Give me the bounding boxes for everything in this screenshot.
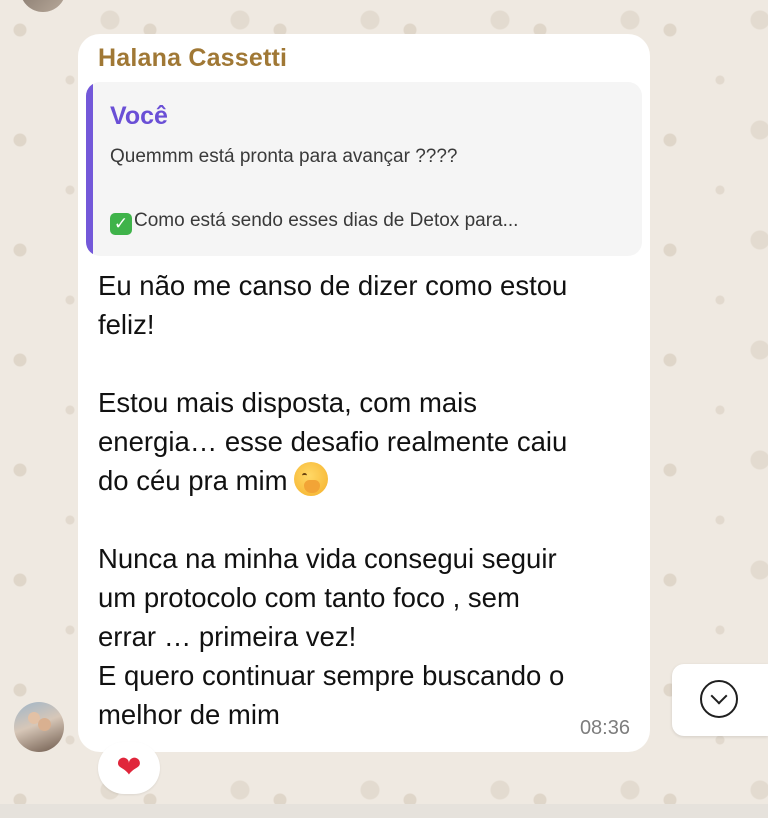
message-text-part-1: Eu não me canso de dizer como estou feli… xyxy=(98,270,568,496)
message-text: Eu não me canso de dizer como estou feli… xyxy=(98,266,628,734)
check-mark-icon: ✓ xyxy=(110,213,132,235)
message-text-part-2: Nunca na minha vida consegui seguir um p… xyxy=(98,543,565,730)
quoted-text-line-2-label: Como está sendo esses dias de Detox para… xyxy=(134,210,519,231)
reaction-badge[interactable]: ❤ xyxy=(98,742,160,794)
face-with-hand-over-mouth-icon xyxy=(293,462,328,496)
heart-icon: ❤ xyxy=(116,750,142,785)
quoted-text-line-2: ✓ Como está sendo esses dias de Detox par… xyxy=(110,210,518,235)
scroll-to-bottom-button[interactable] xyxy=(672,664,768,736)
quoted-author: Você xyxy=(110,102,168,130)
quoted-message[interactable]: Você Quemmm está pronta para avançar ???… xyxy=(86,82,642,256)
chevron-down-circle-icon xyxy=(700,680,738,718)
sender-name[interactable]: Halana Cassetti xyxy=(98,44,287,73)
quote-bar xyxy=(86,82,93,256)
message-bubble[interactable]: Halana Cassetti Você Quemmm está pronta … xyxy=(78,34,650,752)
composer-edge xyxy=(0,804,768,818)
quoted-text-line-1: Quemmm está pronta para avançar ???? xyxy=(110,146,458,167)
sender-avatar[interactable] xyxy=(14,702,64,752)
message-time: 08:36 xyxy=(579,717,630,739)
